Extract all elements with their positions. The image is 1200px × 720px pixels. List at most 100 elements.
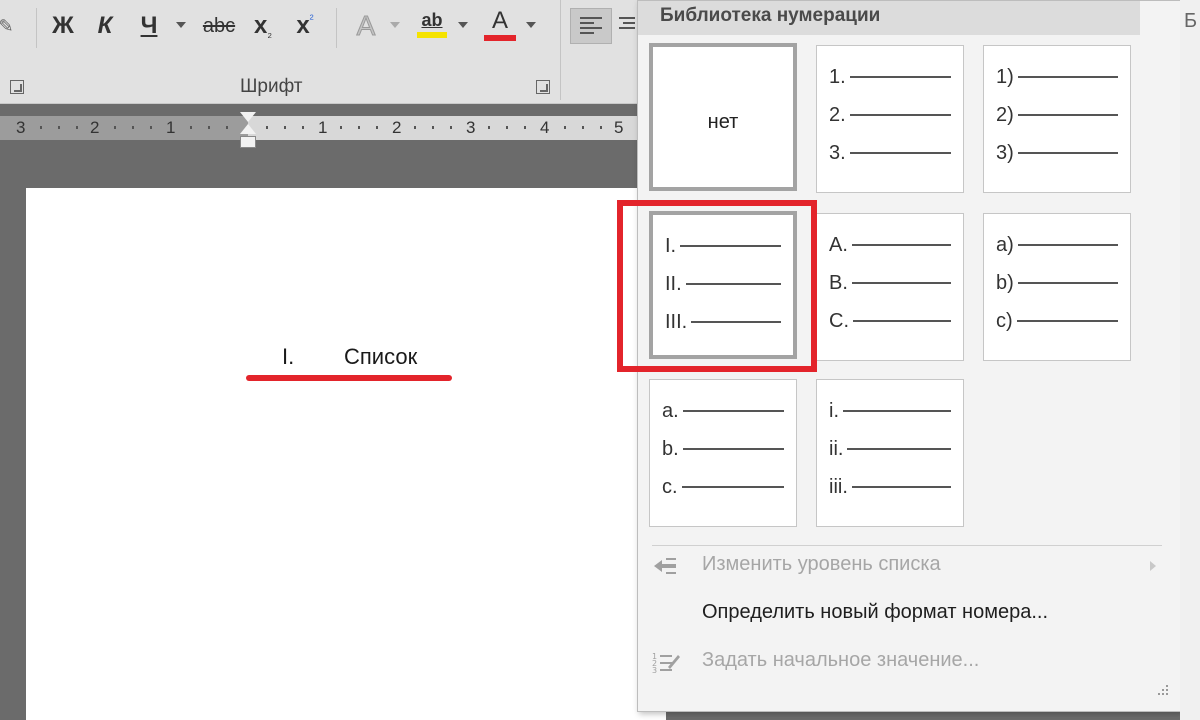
highlight-color-bar [417,32,447,38]
ruler-tick [524,126,526,129]
numbering-library-title: Библиотека нумерации [660,5,881,26]
ruler-number: 3 [466,118,476,137]
change-list-level-item[interactable]: Изменить уровень списка [638,545,1178,585]
ruler-tick [582,126,584,129]
highlight-label: ab [421,10,443,30]
horizontal-ruler[interactable]: 3 2 1 1 2 3 4 5 [0,104,640,150]
tile-label: 1) [996,65,1014,88]
ruler-tick [432,126,434,129]
ruler-tick [266,126,268,129]
ruler-tick [506,126,508,129]
ruler-tick [76,126,78,129]
set-value-icon: 1 2 3 [652,652,680,673]
italic-button[interactable]: К [88,8,122,44]
subscript-base: x [253,12,268,39]
highlight-dropdown-icon[interactable] [458,22,468,28]
ruler-number: 1 [318,118,328,137]
svg-text:3: 3 [652,666,657,673]
resize-grip-icon[interactable] [1156,683,1170,697]
set-numbering-value-item[interactable]: 1 2 3 Задать начальное значение... [638,641,1178,681]
ruler-left-margin [0,116,248,140]
change-level-icon [654,558,676,574]
text-effects-dropdown-icon[interactable] [390,22,400,28]
ribbon-separator [36,8,37,48]
tile-label: 2. [829,103,846,126]
define-number-format-item[interactable]: Определить новый формат номера... [638,593,1178,633]
ruler-tick [226,126,228,129]
ruler-tick [414,126,416,129]
ruler-tick [208,126,210,129]
align-left-button[interactable] [570,8,612,44]
ruler-tick [302,126,304,129]
tile-label: 3. [829,141,846,164]
strikethrough-button[interactable]: abc [196,8,242,44]
font-color-label: A [491,7,508,34]
subscript-button[interactable]: x₂ [246,8,280,44]
align-center-button[interactable] [616,8,636,44]
subscript-mark: ₂ [267,26,273,40]
tile-label: ii. [829,437,844,460]
numbering-tile-arabic-dot[interactable]: 1. 2. 3. [816,45,964,193]
ruler-tick [132,126,134,129]
align-center-icon [619,17,635,29]
underline-button[interactable]: Ч [132,8,166,44]
font-dialog-launcher-icon[interactable] [536,80,550,94]
superscript-mark: ² [309,12,314,26]
tile-label: 2) [996,103,1014,126]
ruler-tick [114,126,116,129]
set-numbering-value-label: Задать начальное значение... [702,649,980,671]
ruler-tick [358,126,360,129]
ruler-number: 4 [540,118,550,137]
font-color-dropdown-icon[interactable] [526,22,536,28]
ruler-tick [340,126,342,129]
first-line-indent-marker[interactable] [240,112,256,122]
ruler-number: 2 [392,118,402,137]
font-color-button[interactable]: A [480,7,520,44]
highlight-button[interactable]: ab [412,8,452,44]
none-label: нет [707,111,739,133]
list-number: I. [282,344,295,369]
ruler-tick [150,126,152,129]
annotation-underline [246,375,452,381]
tile-label: c) [996,309,1013,332]
define-number-format-label: Определить новый формат номера... [702,601,1049,623]
superscript-base: x [296,12,310,39]
list-text: Список [344,344,418,369]
ribbon-edge-icon: ✎ [0,15,14,36]
tile-label: 3) [996,141,1014,164]
tile-label: c. [662,475,678,498]
previous-group-launcher-icon[interactable] [10,80,24,94]
numbering-library-header: Библиотека нумерации [638,1,1140,35]
underline-dropdown-icon[interactable] [176,22,186,28]
tile-label: A. [829,233,848,256]
right-ribbon-edge: Б [1180,0,1200,720]
ruler-tick [376,126,378,129]
left-indent-marker[interactable] [240,136,256,148]
text-effects-button[interactable]: A [348,8,384,44]
ruler-number: 5 [614,118,624,137]
tile-label: a. [662,399,679,422]
align-left-icon [580,17,602,34]
ruler-number: 3 [16,118,26,137]
numbering-tile-alpha-upper[interactable]: A. B. C. [816,213,964,361]
bold-button[interactable]: Ж [46,8,80,44]
annotation-highlight-box [617,200,817,372]
hanging-indent-marker[interactable] [240,124,256,134]
tile-label: a) [996,233,1014,256]
tile-label: C. [829,309,849,332]
numbering-tile-roman-lower[interactable]: i. ii. iii. [816,379,964,527]
ruler-tick [284,126,286,129]
numbering-tile-none[interactable]: нет [649,43,797,191]
numbering-tile-arabic-paren[interactable]: 1) 2) 3) [983,45,1131,193]
tile-label: b) [996,271,1014,294]
tile-label: B. [829,271,848,294]
numbering-tile-alpha-lower-dot[interactable]: a. b. c. [649,379,797,527]
ruler-tick [564,126,566,129]
tile-label: b. [662,437,679,460]
document-page[interactable] [26,188,666,720]
ruler-tick [40,126,42,129]
ruler-number: 1 [166,118,176,137]
ruler-tick [488,126,490,129]
numbering-tile-alpha-lower-paren[interactable]: a) b) c) [983,213,1131,361]
superscript-button[interactable]: x² [288,8,322,44]
